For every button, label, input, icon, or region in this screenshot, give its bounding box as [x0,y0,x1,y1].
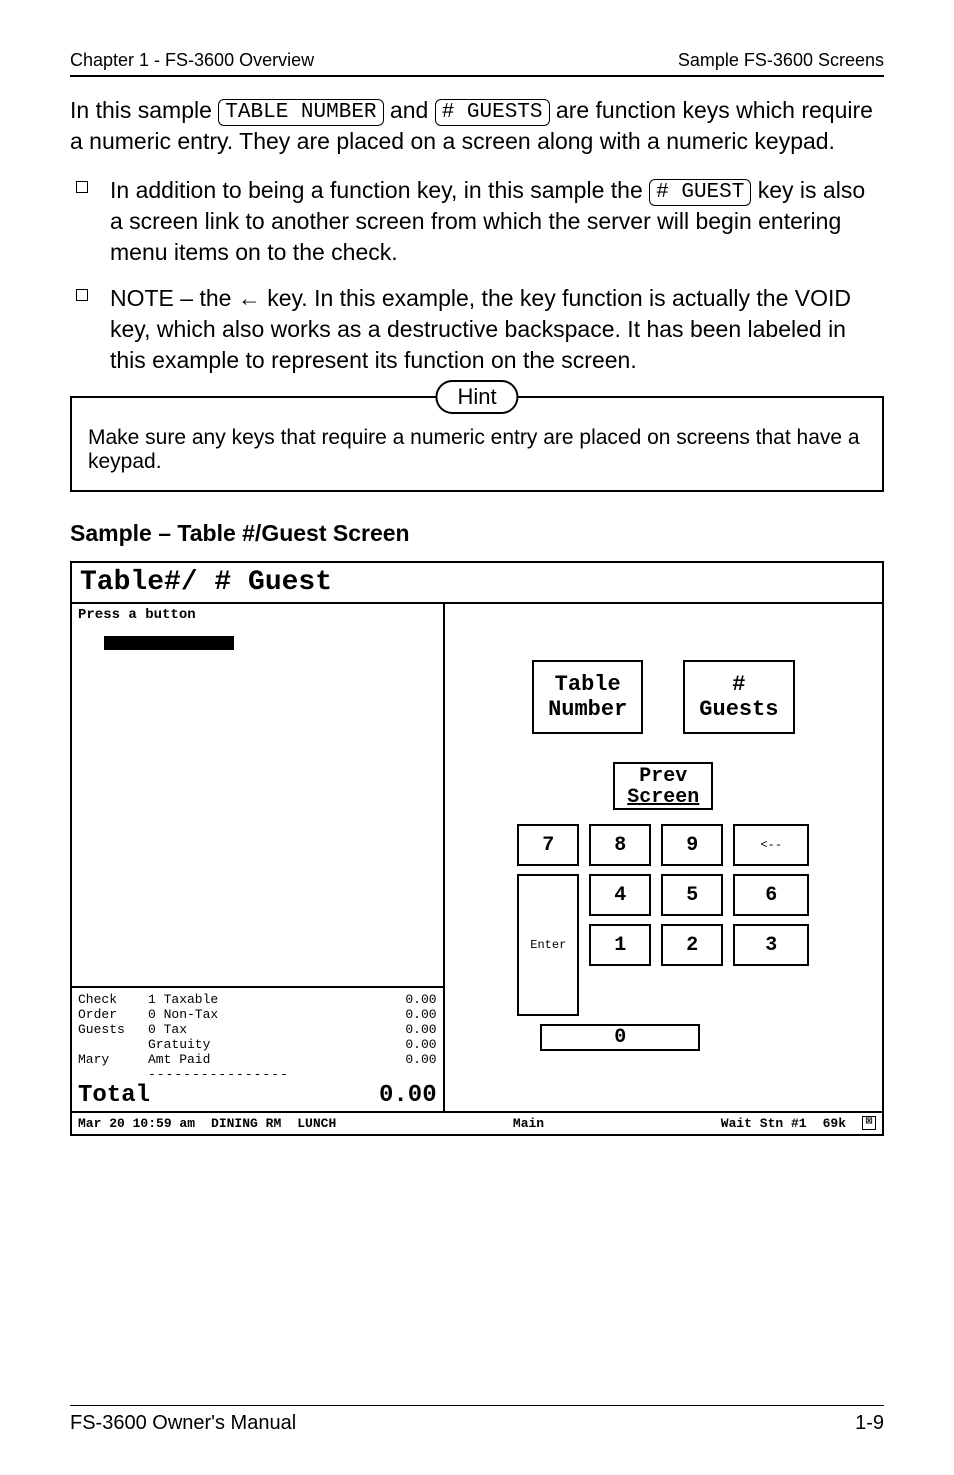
key-5[interactable]: 5 [661,874,723,916]
totals-panel: Check1 Taxable0.00 Order0 Non-Tax0.00 Gu… [72,986,443,1111]
prev-screen-button[interactable]: Prev Screen [613,762,713,810]
table-number-button[interactable]: Table Number [532,660,643,735]
tot-c2: Amt Paid [148,1052,377,1067]
tot-dashes: ---------------- [148,1067,437,1082]
screen-title: Table#/ # Guest [72,563,882,604]
key-2[interactable]: 2 [661,924,723,966]
tot-c1: Order [78,1007,148,1022]
pos-screen: Table#/ # Guest Press a button Check1 Ta… [70,561,884,1136]
status-area: DINING RM [211,1116,281,1131]
tot-c3: 0.00 [377,1037,437,1052]
prev-l2: Screen [627,787,699,808]
bullet-item-2: NOTE – the ← key. In this example, the k… [76,283,884,376]
total-value: 0.00 [379,1082,437,1109]
total-label: Total [78,1082,150,1109]
tot-c3: 0.00 [377,992,437,1007]
key-0[interactable]: 0 [540,1024,700,1051]
guests-l1: # [699,672,778,697]
bullet-item-1: In addition to being a function key, in … [76,175,884,268]
tot-c1: Mary [78,1052,148,1067]
intro-prefix: In this sample [70,97,218,123]
tot-c2: 1 Taxable [148,992,377,1007]
key-backspace[interactable]: <-- [733,824,809,866]
key-enter[interactable]: Enter [517,874,579,1016]
bullet-icon [76,289,88,301]
intro-paragraph: In this sample TABLE NUMBER and # GUESTS… [70,95,884,157]
tot-c1 [78,1037,148,1052]
tot-c3: 0.00 [377,1052,437,1067]
tot-c2: 0 Tax [148,1022,377,1037]
tot-c3: 0.00 [377,1022,437,1037]
status-bar: Mar 20 10:59 am DINING RM LUNCH Main Wai… [72,1111,882,1134]
tot-c1: Guests [78,1022,148,1037]
section-heading: Sample – Table #/Guest Screen [70,520,884,547]
key-1[interactable]: 1 [589,924,651,966]
key-7[interactable]: 7 [517,824,579,866]
key-6[interactable]: 6 [733,874,809,916]
status-mem: 69k [823,1116,846,1131]
b1-pre: In addition to being a function key, in … [110,177,649,203]
table-l1: Table [548,672,627,697]
numeric-keypad: 7 8 9 <-- 4 5 6 Enter 1 2 3 0 [457,824,870,1051]
tot-c2: 0 Non-Tax [148,1007,377,1022]
bullet-icon [76,181,88,193]
tot-c3: 0.00 [377,1007,437,1022]
table-l2: Number [548,697,627,722]
footer-left: FS-3600 Owner's Manual [70,1412,296,1435]
order-canvas [72,626,443,986]
hint-box: Hint Make sure any keys that require a n… [70,396,884,492]
hint-text: Make sure any keys that require a numeri… [88,426,866,474]
b2-text: NOTE – the ← key. In this example, the k… [110,283,884,376]
key-3[interactable]: 3 [733,924,809,966]
header-left: Chapter 1 - FS-3600 Overview [70,50,314,71]
close-icon[interactable]: ⊠ [862,1116,876,1130]
status-datetime: Mar 20 10:59 am [78,1116,195,1131]
tot-c2: Gratuity [148,1037,377,1052]
hint-label: Hint [435,380,518,414]
guests-l2: Guests [699,697,778,722]
key-8[interactable]: 8 [589,824,651,866]
key-num-guest: # GUEST [649,179,751,206]
key-table-number: TABLE NUMBER [218,99,383,126]
prev-l1: Prev [627,766,699,787]
screen-prompt: Press a button [72,604,443,626]
guests-button[interactable]: # Guests [683,660,794,735]
status-meal: LUNCH [297,1116,336,1131]
intro-mid: and [390,97,435,123]
tot-c1: Check [78,992,148,1007]
footer-right: 1-9 [855,1412,884,1435]
text-cursor [104,636,234,650]
key-4[interactable]: 4 [589,874,651,916]
status-main: Main [513,1116,544,1131]
status-station: Wait Stn #1 [721,1116,807,1131]
key-9[interactable]: 9 [661,824,723,866]
header-right: Sample FS-3600 Screens [678,50,884,71]
key-num-guests: # GUESTS [435,99,550,126]
